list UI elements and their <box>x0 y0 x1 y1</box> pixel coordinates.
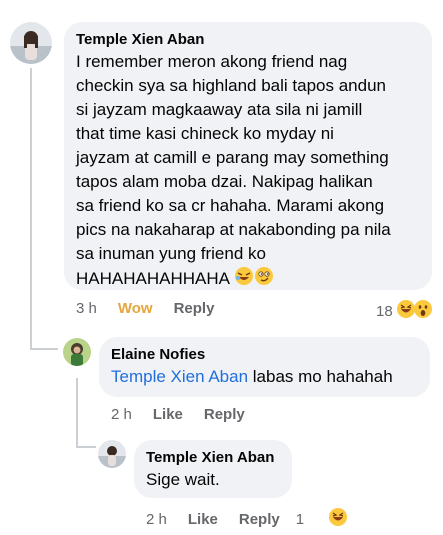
reaction-summary-reply2[interactable]: 1 <box>296 507 369 531</box>
reply-button[interactable]: Reply <box>174 300 215 317</box>
reaction-summary-main[interactable]: 18 <box>376 299 433 323</box>
reply-body: Temple Xien Aban labas mo hahahah <box>111 365 418 389</box>
like-button[interactable]: Like <box>153 406 183 423</box>
reaction-count: 1 <box>295 510 305 528</box>
laughing-emoji-icon <box>328 507 348 531</box>
comment-line: that time kasi chineck ko myday ni <box>76 124 334 143</box>
wow-emoji-icon <box>413 299 433 323</box>
comment-actions-main: 3 h Wow Reply <box>76 300 235 317</box>
comment-bubble-main: Temple Xien Aban I remember meron akong … <box>64 22 432 290</box>
reply-button[interactable]: Reply <box>204 406 245 423</box>
reply-author[interactable]: Temple Xien Aban <box>146 448 280 468</box>
comment-line: I remember meron akong friend nag <box>76 52 348 71</box>
comment-line: sa inuman yung friend ko <box>76 244 266 263</box>
reply-author[interactable]: Elaine Nofies <box>111 345 418 365</box>
thread-line-main <box>30 68 32 350</box>
comment-line: checkin sya sa highland bali tapos andun <box>76 76 386 95</box>
rofl-emoji-icon <box>234 266 254 293</box>
comment-line: pics na nakaharap at nakabonding pa nila <box>76 220 391 239</box>
comment-body: I remember meron akong friend nag checki… <box>76 50 420 293</box>
reply-body: Sige wait. <box>146 470 220 489</box>
comment-line: sa friend ko sa cr hahaha. Marami akong <box>76 196 385 215</box>
mention-link[interactable]: Temple Xien Aban <box>111 367 248 386</box>
comment-thread: Temple Xien Aban I remember meron akong … <box>0 0 443 535</box>
reaction-count: 18 <box>376 302 393 320</box>
thread-line-sub-branch <box>76 446 96 448</box>
avatar-elaine-nofies[interactable] <box>63 338 91 366</box>
comment-line: jayzam at camill e parang may something <box>76 148 389 167</box>
comment-actions-reply1: 2 h Like Reply <box>111 406 266 423</box>
comment-time[interactable]: 3 h <box>76 300 97 317</box>
comment-bubble-reply2: Temple Xien Aban Sige wait. <box>134 440 292 498</box>
reply-text: labas mo hahahah <box>248 367 393 386</box>
wow-reaction-button[interactable]: Wow <box>118 300 153 317</box>
comment-line: si jayzam magkaaway ata sila ni jamill <box>76 100 363 119</box>
comment-line-last: HAHAHAHAHHAHA <box>76 266 420 293</box>
thread-line-branch <box>30 348 58 350</box>
reply-time[interactable]: 2 h <box>111 406 132 423</box>
reply-time[interactable]: 2 h <box>146 511 167 528</box>
thread-line-sub <box>76 378 78 448</box>
reply-button[interactable]: Reply <box>239 511 280 528</box>
comment-actions-reply2: 2 h Like Reply 1 <box>146 507 369 531</box>
comment-author[interactable]: Temple Xien Aban <box>76 30 420 50</box>
comment-line: HAHAHAHAHHAHA <box>76 268 230 288</box>
smirk-emoji-icon <box>254 266 274 293</box>
avatar-temple-xien-aban-small[interactable] <box>98 440 126 468</box>
comment-line: tapos alam moba dzai. Nakipag halikan <box>76 172 373 191</box>
like-button[interactable]: Like <box>188 511 218 528</box>
comment-bubble-reply1: Elaine Nofies Temple Xien Aban labas mo … <box>99 337 430 397</box>
avatar-temple-xien-aban[interactable] <box>10 22 52 64</box>
